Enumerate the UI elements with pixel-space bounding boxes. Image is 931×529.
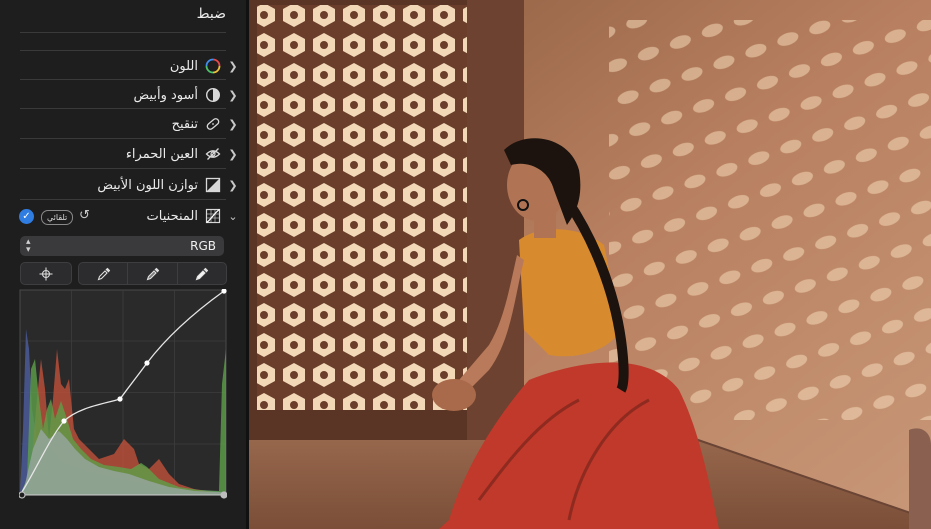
black-point-eyedropper[interactable]: [78, 262, 129, 285]
divider: [20, 199, 226, 200]
chevron-right-icon: ❯: [228, 59, 238, 73]
chevron-right-icon: ❯: [228, 88, 238, 102]
section-color-label: اللون: [169, 58, 198, 74]
section-red-eye[interactable]: العين الحمراء ❯: [20, 141, 246, 167]
eyedropper-icon: [97, 267, 110, 280]
chevron-right-icon: ❯: [228, 117, 238, 131]
divider: [20, 138, 226, 139]
adjust-sidebar: ضبط اللون ❯ أسود وأبيض ❯ تنقيح ❯ العين ا…: [0, 0, 246, 529]
add-point-button[interactable]: [20, 262, 72, 285]
section-curves[interactable]: المنحنيات ⌄: [20, 203, 246, 229]
white-balance-icon: [204, 176, 222, 194]
section-curves-label: المنحنيات: [146, 208, 198, 224]
color-wheel-icon: [204, 57, 222, 75]
curves-graph[interactable]: [19, 289, 227, 499]
panel-title: ضبط: [196, 6, 226, 22]
section-red-eye-label: العين الحمراء: [125, 146, 198, 162]
chevron-down-icon: ⌄: [228, 209, 238, 223]
half-circle-icon: [204, 86, 222, 104]
section-white-balance-label: توازن اللون الأبيض: [97, 177, 198, 193]
crosshair-icon: [39, 267, 53, 280]
black-level-handle[interactable]: [19, 491, 26, 499]
eyedropper-icon: [146, 267, 160, 280]
chevron-right-icon: ❯: [228, 147, 238, 161]
curve-point[interactable]: [144, 360, 150, 366]
divider: [20, 168, 226, 169]
chevron-right-icon: ❯: [228, 178, 238, 192]
divider: [20, 32, 226, 33]
updown-arrows-icon: ▴ ▾: [26, 237, 31, 255]
photo-preview[interactable]: [249, 0, 931, 529]
gray-point-eyedropper[interactable]: [127, 262, 179, 285]
white-point-eyedropper[interactable]: [177, 262, 227, 285]
divider: [20, 50, 226, 51]
white-level-handle[interactable]: [220, 491, 227, 499]
section-black-white[interactable]: أسود وأبيض ❯: [20, 82, 246, 108]
photo-image: [249, 0, 931, 529]
section-retouch-label: تنقيح: [171, 116, 198, 132]
red-eye-icon: [204, 145, 222, 163]
channel-select[interactable]: ▴ ▾ RGB: [20, 236, 224, 256]
section-color[interactable]: اللون ❯: [20, 53, 246, 79]
section-retouch[interactable]: تنقيح ❯: [20, 111, 246, 137]
bandage-icon: [204, 115, 222, 133]
curve-point[interactable]: [61, 418, 67, 424]
curves-icon: [204, 207, 222, 225]
curve-point[interactable]: [117, 396, 123, 402]
divider: [20, 79, 226, 80]
channel-select-value: RGB: [190, 239, 216, 253]
eyedropper-icon: [195, 267, 209, 280]
section-white-balance[interactable]: توازن اللون الأبيض ❯: [20, 172, 246, 198]
section-black-white-label: أسود وأبيض: [133, 87, 199, 103]
divider: [20, 108, 226, 109]
